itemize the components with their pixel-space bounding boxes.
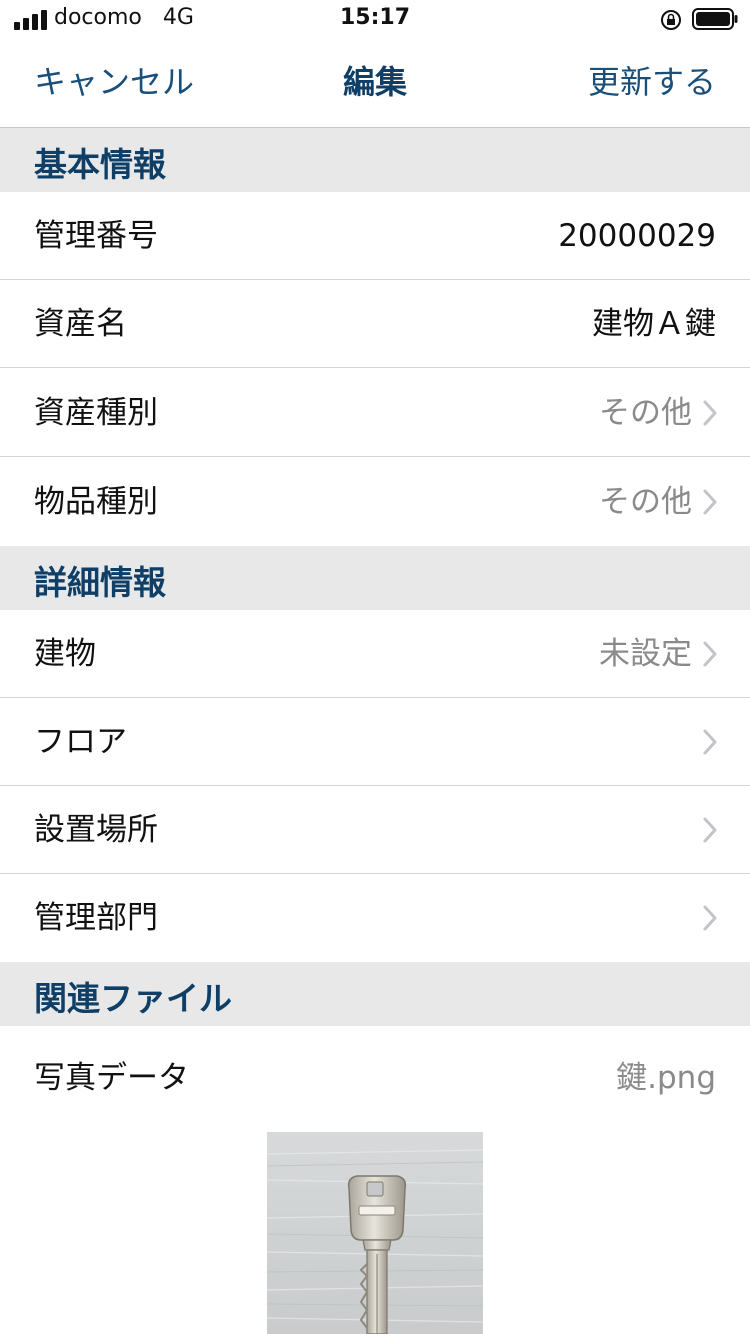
item-type-value: その他 <box>599 484 692 520</box>
key-photo-thumbnail[interactable] <box>267 1132 483 1334</box>
management-department-row[interactable]: 管理部門 <box>0 874 750 962</box>
key-image <box>267 1149 483 1334</box>
chevron-right-icon <box>703 729 717 755</box>
building-value: 未設定 <box>599 636 692 672</box>
section-title: 基本情報 <box>34 145 166 184</box>
asset-name-field[interactable]: 建物Ａ鍵 <box>592 304 716 344</box>
section-title: 詳細情報 <box>34 563 166 602</box>
section-header-detail: 詳細情報 <box>0 546 750 610</box>
row-label: 写真データ <box>34 1060 189 1096</box>
chevron-right-icon <box>703 817 717 843</box>
status-time: 15:17 <box>339 5 411 30</box>
chevron-right-icon <box>703 641 717 667</box>
row-label: 物品種別 <box>34 484 158 520</box>
section-header-files: 関連ファイル <box>0 962 750 1026</box>
status-bar: docomo 4G 15:17 <box>0 0 750 40</box>
row-label: 資産種別 <box>34 395 158 431</box>
row-label: 管理部門 <box>34 900 158 936</box>
item-type-row[interactable]: 物品種別 その他 <box>0 458 750 546</box>
photo-filename: 鍵.png <box>616 1060 716 1096</box>
chevron-right-icon <box>703 400 717 426</box>
asset-type-value: その他 <box>599 395 692 431</box>
row-label: 建物 <box>34 636 96 672</box>
update-button[interactable]: 更新する <box>588 62 716 102</box>
row-label: 資産名 <box>34 306 127 342</box>
row-label: 設置場所 <box>34 812 158 848</box>
asset-name-row[interactable]: 資産名 建物Ａ鍵 <box>0 280 750 368</box>
section-title: 関連ファイル <box>34 979 232 1018</box>
floor-row[interactable]: フロア <box>0 698 750 786</box>
navigation-bar: キャンセル 編集 更新する <box>0 40 750 128</box>
asset-type-row[interactable]: 資産種別 その他 <box>0 369 750 457</box>
management-number-row[interactable]: 管理番号 20000029 <box>0 192 750 280</box>
chevron-right-icon <box>703 905 717 931</box>
photo-data-row[interactable]: 写真データ 鍵.png <box>0 1034 750 1122</box>
battery-icon <box>692 8 738 30</box>
rotation-lock-icon <box>661 10 681 30</box>
installation-location-row[interactable]: 設置場所 <box>0 786 750 874</box>
management-number-field[interactable]: 20000029 <box>558 216 716 256</box>
building-row[interactable]: 建物 未設定 <box>0 610 750 698</box>
chevron-right-icon <box>703 489 717 515</box>
row-label: 管理番号 <box>34 218 158 254</box>
row-label: フロア <box>34 724 127 760</box>
section-header-basic: 基本情報 <box>0 128 750 192</box>
